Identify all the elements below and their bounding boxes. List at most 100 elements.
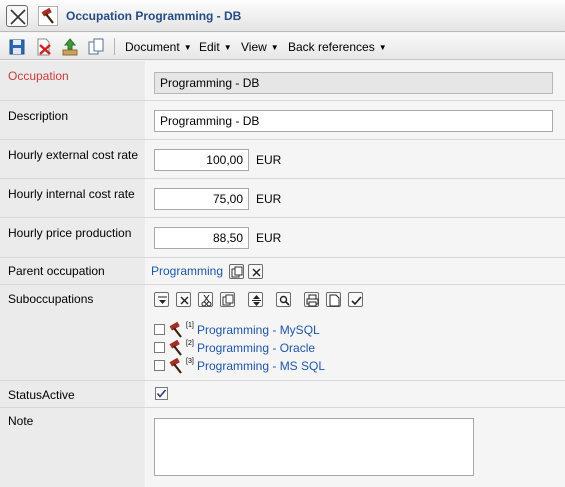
sort-icon bbox=[252, 295, 261, 306]
select-checkbox[interactable] bbox=[154, 324, 165, 335]
check-button[interactable] bbox=[348, 292, 363, 307]
external-rate-field[interactable]: 100,00 bbox=[154, 149, 249, 171]
suboccupations-label: Suboccupations bbox=[8, 292, 94, 306]
description-label: Description bbox=[8, 109, 69, 123]
parent-occupation-link[interactable]: Programming bbox=[151, 264, 223, 278]
sort-button[interactable] bbox=[248, 292, 263, 307]
close-icon bbox=[10, 9, 26, 25]
toolbar-separator bbox=[114, 38, 115, 55]
check-icon bbox=[351, 296, 362, 306]
select-checkbox[interactable] bbox=[154, 342, 165, 353]
close-button[interactable] bbox=[6, 5, 28, 27]
hammer-icon bbox=[169, 340, 182, 356]
cut-button[interactable] bbox=[198, 292, 213, 307]
close-icon bbox=[252, 268, 261, 277]
row-description: Description Programming - DB bbox=[0, 101, 565, 140]
row-occupation: Occupation Programming - DB bbox=[0, 61, 565, 101]
menu-view-label: View bbox=[241, 40, 267, 54]
insert-button[interactable] bbox=[154, 292, 169, 307]
upload-icon[interactable] bbox=[61, 38, 79, 56]
label-cell: StatusActive bbox=[0, 381, 145, 407]
row-parent-occupation: Parent occupation Programming bbox=[0, 258, 565, 285]
remove-parent-button[interactable] bbox=[248, 264, 263, 279]
price-production-field[interactable]: 88,50 bbox=[154, 227, 249, 249]
value-cell: [1] Programming - MySQL [2] Programming … bbox=[145, 285, 565, 380]
select-checkbox[interactable] bbox=[154, 360, 165, 371]
row-price-production: Hourly price production 88,50 EUR bbox=[0, 218, 565, 258]
copy-button[interactable] bbox=[220, 292, 235, 307]
internal-rate-label: Hourly internal cost rate bbox=[8, 187, 135, 201]
menu-edit-label: Edit bbox=[199, 40, 220, 54]
value-cell: Programming - DB bbox=[145, 61, 565, 100]
occupation-field: Programming - DB bbox=[154, 72, 553, 94]
menu-view[interactable]: View ▼ bbox=[241, 40, 279, 54]
value-cell: Programming - DB bbox=[145, 101, 565, 139]
value-cell bbox=[145, 408, 565, 487]
row-suboccupations: Suboccupations [1] Programming - MySQL [… bbox=[0, 285, 565, 381]
hammer-icon bbox=[169, 322, 182, 338]
toolbar: Document ▼ Edit ▼ View ▼ Back references ▼ bbox=[0, 33, 565, 60]
menu-back-references-label: Back references bbox=[288, 40, 375, 54]
price-production-unit: EUR bbox=[256, 231, 282, 245]
window-title: Occupation Programming - DB bbox=[66, 9, 242, 23]
delete-document-icon[interactable] bbox=[35, 38, 53, 56]
print-icon bbox=[306, 294, 319, 307]
internal-rate-unit: EUR bbox=[256, 192, 282, 206]
item-index: [2] bbox=[186, 340, 194, 347]
value-cell bbox=[145, 381, 565, 407]
note-label: Note bbox=[8, 414, 34, 428]
row-internal-rate: Hourly internal cost rate 75,00 EUR bbox=[0, 179, 565, 218]
label-cell: Hourly internal cost rate bbox=[0, 179, 145, 217]
save-icon[interactable] bbox=[8, 38, 26, 56]
check-icon bbox=[156, 389, 167, 398]
caret-down-icon: ▼ bbox=[223, 43, 232, 52]
row-status-active: StatusActive bbox=[0, 381, 565, 408]
label-cell: Description bbox=[0, 101, 145, 139]
scissors-icon bbox=[201, 294, 212, 307]
label-cell: Occupation bbox=[0, 61, 145, 100]
suboccupation-link[interactable]: Programming - Oracle bbox=[197, 341, 315, 355]
search-button[interactable] bbox=[276, 292, 291, 307]
label-cell: Hourly price production bbox=[0, 218, 145, 257]
occupation-label: Occupation bbox=[8, 69, 69, 83]
copy-icon bbox=[222, 294, 234, 306]
copy-parent-button[interactable] bbox=[229, 264, 244, 279]
value-cell: 100,00 EUR bbox=[145, 140, 565, 178]
print-button[interactable] bbox=[304, 292, 319, 307]
menu-back-references[interactable]: Back references ▼ bbox=[288, 40, 387, 54]
document-icon bbox=[329, 294, 340, 307]
status-active-checkbox[interactable] bbox=[155, 387, 168, 400]
copy-icon[interactable] bbox=[87, 38, 105, 56]
label-cell: Note bbox=[0, 408, 145, 487]
hammer-icon bbox=[38, 6, 58, 26]
menu-edit[interactable]: Edit ▼ bbox=[199, 40, 232, 54]
item-index: [3] bbox=[186, 358, 194, 365]
caret-down-icon: ▼ bbox=[270, 43, 279, 52]
external-rate-label: Hourly external cost rate bbox=[8, 148, 139, 162]
item-index: [1] bbox=[186, 322, 194, 329]
suboccupation-link[interactable]: Programming - MySQL bbox=[197, 323, 320, 337]
row-note: Note bbox=[0, 408, 565, 487]
internal-rate-field[interactable]: 75,00 bbox=[154, 188, 249, 210]
parent-occupation-label: Parent occupation bbox=[8, 264, 105, 278]
caret-down-icon: ▼ bbox=[378, 43, 387, 52]
suboccupation-link[interactable]: Programming - MS SQL bbox=[197, 359, 325, 373]
price-production-label: Hourly price production bbox=[8, 226, 132, 240]
status-active-label: StatusActive bbox=[8, 388, 75, 402]
label-cell: Hourly external cost rate bbox=[0, 140, 145, 178]
menu-document[interactable]: Document ▼ bbox=[125, 40, 192, 54]
row-external-rate: Hourly external cost rate 100,00 EUR bbox=[0, 140, 565, 179]
label-cell: Parent occupation bbox=[0, 258, 145, 284]
search-icon bbox=[279, 295, 290, 306]
external-rate-unit: EUR bbox=[256, 153, 282, 167]
value-cell: 75,00 EUR bbox=[145, 179, 565, 217]
delete-button[interactable] bbox=[176, 292, 191, 307]
insert-icon bbox=[158, 296, 167, 304]
title-bar: Occupation Programming - DB bbox=[0, 0, 565, 32]
label-cell: Suboccupations bbox=[0, 285, 145, 380]
close-icon bbox=[180, 296, 189, 305]
description-field[interactable]: Programming - DB bbox=[154, 110, 553, 132]
document-button[interactable] bbox=[326, 292, 341, 307]
note-textarea[interactable] bbox=[154, 418, 474, 476]
menu-document-label: Document bbox=[125, 40, 180, 54]
